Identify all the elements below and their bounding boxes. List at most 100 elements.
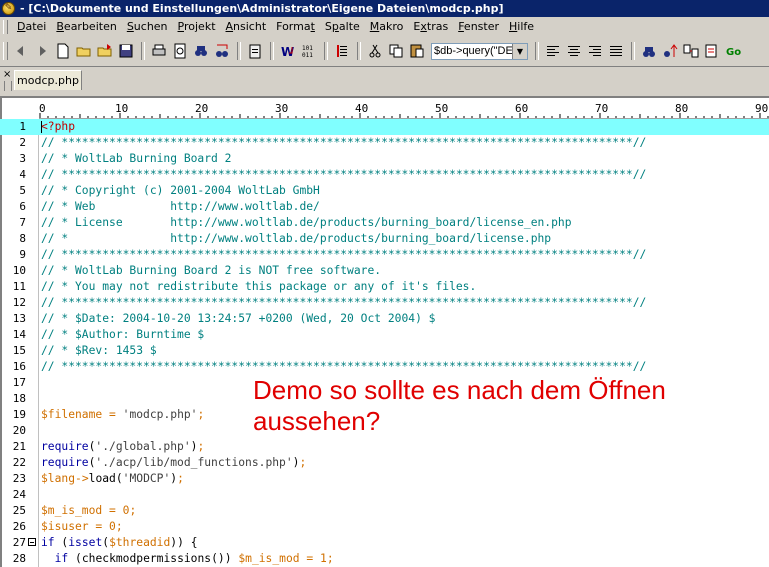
- code-line[interactable]: 2 // ************************************…: [0, 135, 769, 151]
- search-replace-icon[interactable]: [702, 41, 722, 61]
- code-line[interactable]: 14 // * $Author: Burntime $: [0, 327, 769, 343]
- line-number: 4: [19, 168, 26, 181]
- menu-item[interactable]: Ansicht: [221, 20, 272, 33]
- code-line[interactable]: 15 // * $Rev: 1453 $: [0, 343, 769, 359]
- menu-item[interactable]: Suchen: [122, 20, 173, 33]
- code-line[interactable]: 24: [0, 487, 769, 503]
- line-number: 25: [12, 504, 26, 517]
- find-icon[interactable]: [191, 41, 211, 61]
- code-text: require('./acp/lib/mod_functions.php');: [41, 456, 307, 469]
- code-line[interactable]: 13 // * $Date: 2004-10-20 13:24:57 +0200 …: [0, 311, 769, 327]
- fold-toggle-icon[interactable]: [28, 538, 36, 546]
- line-number: 27: [12, 536, 26, 549]
- ruler-label: 40: [355, 103, 369, 115]
- menu-item[interactable]: Spalte: [320, 20, 365, 33]
- function-list-value: $db->query("DE: [434, 45, 512, 57]
- code-line[interactable]: 26 $isuser = 0;: [0, 519, 769, 535]
- code-line[interactable]: 1 <?php: [0, 119, 769, 135]
- justify-icon[interactable]: [606, 41, 626, 61]
- toolbar-separator: [141, 42, 145, 60]
- app-icon[interactable]: ✎: [2, 2, 15, 15]
- code-line[interactable]: 5 // * Copyright (c) 2001-2004 WoltLab Gm…: [0, 183, 769, 199]
- code-line[interactable]: 11 // * You may not redistribute this pac…: [0, 279, 769, 295]
- open-recent-icon[interactable]: [95, 41, 115, 61]
- code-line[interactable]: 4 // ************************************…: [0, 167, 769, 183]
- tabstrip-grip[interactable]: [4, 81, 12, 91]
- menu-bar: Datei Bearbeiten Suchen Projekt Ansicht Forma…: [0, 17, 769, 36]
- code-line[interactable]: 23 $lang->load('MODCP');: [0, 471, 769, 487]
- code-line[interactable]: 27 if (isset($threadid)) {: [0, 535, 769, 551]
- line-number: 3: [19, 152, 26, 165]
- code-text: $lang->load('MODCP');: [41, 472, 184, 485]
- toolbar-separator: [324, 42, 328, 60]
- align-center-icon[interactable]: [564, 41, 584, 61]
- line-number: 2: [19, 136, 26, 149]
- menu-item[interactable]: Projekt: [173, 20, 221, 33]
- menu-item[interactable]: Extras: [408, 20, 453, 33]
- cut-icon[interactable]: [365, 41, 385, 61]
- menu-item[interactable]: Bearbeiten: [51, 20, 121, 33]
- code-text: $m_is_mod = 0;: [41, 504, 137, 517]
- code-line[interactable]: 12 // ***********************************…: [0, 295, 769, 311]
- new-file-icon[interactable]: [53, 41, 73, 61]
- replace-icon[interactable]: [212, 41, 232, 61]
- clipboard-icon[interactable]: [245, 41, 265, 61]
- paste-icon[interactable]: [407, 41, 427, 61]
- code-editor[interactable]: 1 <?php 2 // ******************************…: [0, 119, 769, 567]
- svg-text:Go: Go: [726, 47, 741, 58]
- menu-item-label: tras: [426, 20, 449, 33]
- code-line[interactable]: 3 // * WoltLab Burning Board 2: [0, 151, 769, 167]
- code-line[interactable]: 8 // * http://www.woltlab.de/products/bur…: [0, 231, 769, 247]
- menu-item[interactable]: Datei: [12, 20, 51, 33]
- tab-modcp[interactable]: modcp.php: [14, 70, 82, 90]
- code-text: // * WoltLab Burning Board 2 is NOT free…: [41, 264, 382, 277]
- line-number: 16: [12, 360, 26, 373]
- code-text: require('./global.php');: [41, 440, 205, 453]
- code-line[interactable]: 6 // * Web http://www.woltlab.de/: [0, 199, 769, 215]
- find-in-files-icon[interactable]: [639, 41, 659, 61]
- close-icon[interactable]: ×: [3, 70, 12, 80]
- annotation-line-1: Demo so sollte es nach dem Öffnen: [253, 375, 666, 405]
- compare-files-icon[interactable]: [681, 41, 701, 61]
- menu-item-label: Forma: [276, 20, 311, 33]
- back-arrow-icon[interactable]: [11, 41, 31, 61]
- align-left-icon[interactable]: [543, 41, 563, 61]
- menu-item[interactable]: Format: [271, 20, 320, 33]
- code-text: // * License http://www.woltlab.de/produ…: [41, 216, 572, 229]
- code-line[interactable]: 28 if (checkmodpermissions()) $m_is_mod …: [0, 551, 769, 567]
- code-line[interactable]: 25 $m_is_mod = 0;: [0, 503, 769, 519]
- code-line[interactable]: 16 // ***********************************…: [0, 359, 769, 375]
- function-list-combo[interactable]: $db->query("DE ▼: [431, 42, 528, 60]
- menu-item-label: earbeiten: [63, 20, 117, 33]
- code-text: // * http://www.woltlab.de/products/burn…: [41, 232, 552, 245]
- print-preview-icon[interactable]: [170, 41, 190, 61]
- line-number: 21: [12, 440, 26, 453]
- code-text: if (isset($threadid)) {: [41, 536, 198, 549]
- chevron-down-icon[interactable]: ▼: [512, 43, 527, 59]
- save-icon[interactable]: [116, 41, 136, 61]
- align-right-icon[interactable]: [585, 41, 605, 61]
- column-mode-icon[interactable]: [332, 41, 352, 61]
- code-line[interactable]: 22 require('./acp/lib/mod_functions.php')…: [0, 455, 769, 471]
- forward-arrow-icon[interactable]: [32, 41, 52, 61]
- copy-icon[interactable]: [386, 41, 406, 61]
- menu-item-label: enster: [463, 20, 499, 33]
- open-folder-icon[interactable]: [74, 41, 94, 61]
- hex-mode-icon[interactable]: 101 011: [299, 41, 319, 61]
- code-line[interactable]: 10 // * WoltLab Burning Board 2 is NOT fr…: [0, 263, 769, 279]
- code-line[interactable]: 7 // * License http://www.woltlab.de/prod…: [0, 215, 769, 231]
- menubar-grip[interactable]: [3, 19, 8, 34]
- code-line[interactable]: 9 // ************************************…: [0, 247, 769, 263]
- menu-item[interactable]: Makro: [365, 20, 409, 33]
- line-number: 28: [12, 552, 26, 565]
- menu-item[interactable]: Hilfe: [504, 20, 539, 33]
- goto-icon[interactable]: Go: [723, 41, 743, 61]
- toolbar-grip[interactable]: [3, 42, 8, 60]
- code-line[interactable]: 21 require('./global.php');: [0, 439, 769, 455]
- menu-item[interactable]: Fenster: [453, 20, 504, 33]
- find-up-icon[interactable]: [660, 41, 680, 61]
- print-icon[interactable]: [149, 41, 169, 61]
- word-wrap-icon[interactable]: W: [278, 41, 298, 61]
- annotation-line-2: aussehen?: [253, 406, 381, 436]
- ruler-label: 70: [595, 103, 609, 115]
